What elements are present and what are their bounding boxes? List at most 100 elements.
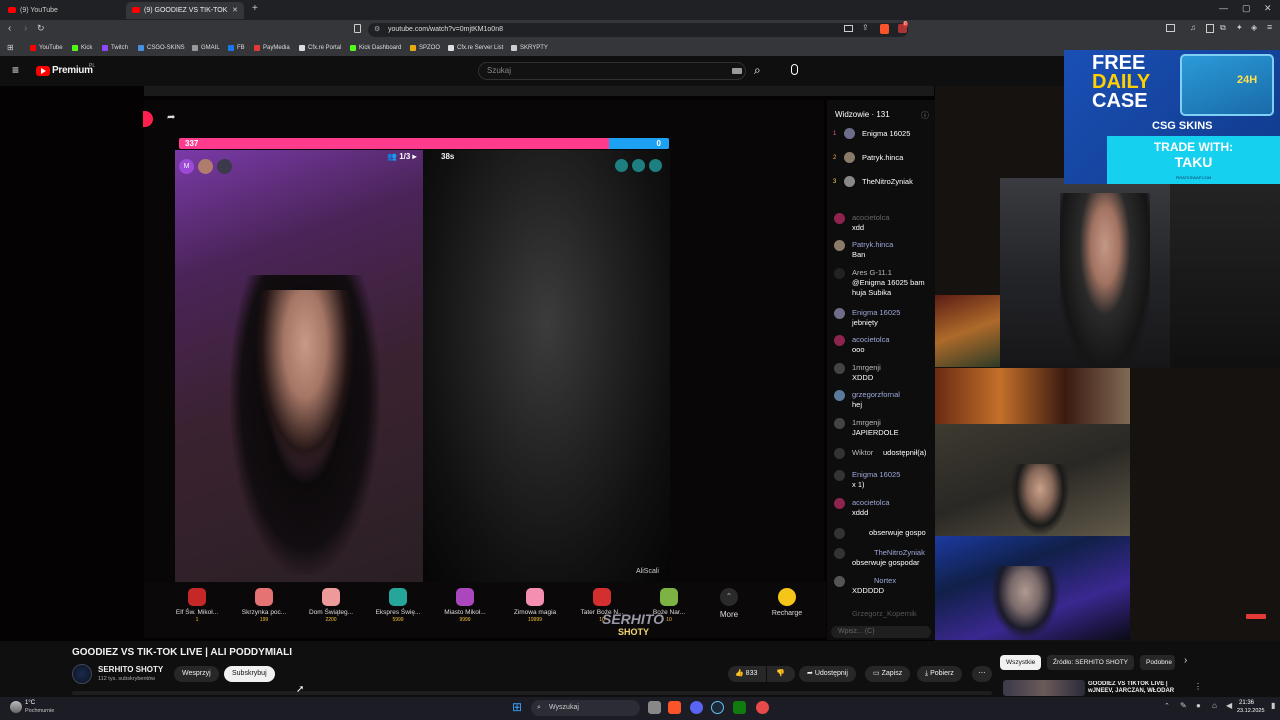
browser-tab-youtube[interactable]: (9) YouTube: [2, 2, 120, 19]
bookmark-kick[interactable]: Kick: [72, 43, 92, 53]
gift-item[interactable]: Ekspres Świę... 5999: [368, 588, 428, 623]
bookmark-paymedia[interactable]: PayMedia: [254, 43, 290, 53]
volume-icon[interactable]: ◀: [1226, 701, 1232, 710]
chat-input[interactable]: Wpisz... (C): [831, 626, 931, 638]
info-icon[interactable]: ⓘ: [921, 110, 929, 121]
youtube-logo-icon[interactable]: [36, 66, 50, 76]
share-button[interactable]: ➦ Udostępnij: [799, 666, 856, 682]
bookmark-icon[interactable]: [354, 24, 361, 33]
maximize-icon[interactable]: ▢: [1242, 3, 1251, 14]
bookmark-youtube[interactable]: YouTube: [30, 43, 63, 53]
more-vertical-icon[interactable]: ⋮: [1194, 682, 1202, 691]
share-icon[interactable]: ⇪: [862, 23, 869, 32]
channel-watermark-sub: SHOTY: [618, 627, 650, 637]
chat-username: acocietolca: [852, 498, 890, 507]
gift-cost: 5999: [392, 617, 404, 623]
bookmark-cfx-portal[interactable]: Cfx.re Portal: [299, 43, 341, 53]
player-badge: [1246, 614, 1266, 619]
brave-shield-icon[interactable]: [880, 24, 889, 34]
tray-pen-icon[interactable]: ✎: [1180, 701, 1187, 710]
site-info-icon[interactable]: ⚙: [374, 23, 380, 37]
menu-icon[interactable]: ≡: [1267, 22, 1272, 32]
channel-name[interactable]: SERHITO SHOTY: [98, 665, 163, 674]
bookmark-twitch[interactable]: Twitch: [102, 43, 128, 53]
back-icon[interactable]: ‹: [8, 23, 11, 34]
recommended-thumbnail[interactable]: [1003, 680, 1085, 696]
subscribe-button[interactable]: Subskrybuj: [224, 666, 275, 682]
gift-item[interactable]: Miasto Mikoł... 9999: [435, 588, 495, 623]
gift-item[interactable]: Elf Św. Mikoł... 1: [167, 588, 227, 623]
leo-icon[interactable]: ✦: [1236, 23, 1243, 32]
apps-icon[interactable]: ⊞: [7, 43, 14, 52]
trade-banner: TRADE WITH: TAKU PIRATESWAP.COM: [1107, 136, 1280, 184]
gifter-avatar-1: M: [179, 159, 194, 174]
gift-label: Miasto Mikoł...: [444, 609, 486, 616]
music-icon[interactable]: ♫: [1190, 23, 1196, 32]
more-actions-button[interactable]: ⋯: [972, 666, 992, 682]
notifications-icon[interactable]: ▮: [1271, 701, 1275, 710]
case-icon: 24H: [1180, 54, 1274, 116]
microphone-icon[interactable]: [791, 64, 798, 75]
bookmark-kick-dashboard[interactable]: Kick Dashboard: [350, 43, 401, 53]
search-icon[interactable]: ⌕: [754, 63, 761, 78]
tray-chevron-icon[interactable]: ⌃: [1164, 702, 1170, 710]
bookmark-label: Kick: [81, 45, 93, 51]
gift-item[interactable]: Dom Świąteg... 2200: [301, 588, 361, 623]
windows-start-icon[interactable]: ⊞: [512, 701, 522, 714]
xbox-icon[interactable]: [733, 701, 746, 714]
url-bar[interactable]: ⚙ youtube.com/watch?v=0mjtKM1o0n8: [368, 23, 908, 37]
brave-browser-icon[interactable]: [668, 701, 681, 714]
task-view-icon[interactable]: [648, 701, 661, 714]
keyboard-icon[interactable]: [732, 68, 742, 74]
bookmark-gmail[interactable]: GMAIL: [192, 43, 220, 53]
support-button[interactable]: Wesprzyj: [174, 666, 219, 682]
taskbar-search[interactable]: ⌕ Wyszukaj: [531, 700, 640, 716]
chip-source[interactable]: Źródło: SERHITO SHOTY: [1047, 655, 1135, 670]
browser-tab-video[interactable]: (9) GOODIEZ VS TIK-TOK LIVE ✕: [126, 2, 244, 31]
more-gifts-button[interactable]: ⌃ More: [699, 588, 759, 619]
bookmark-csgo-skins[interactable]: CSGO-SKINS: [138, 43, 185, 53]
hamburger-menu-icon[interactable]: ≡: [12, 63, 19, 77]
new-tab-icon[interactable]: +: [252, 3, 258, 14]
steam-icon[interactable]: [711, 701, 724, 714]
chip-related[interactable]: Podobne: [1140, 655, 1175, 670]
download-button[interactable]: ⤓ Pobierz: [917, 666, 962, 682]
save-button[interactable]: ▭ Zapisz: [865, 666, 911, 682]
gift-item[interactable]: Zimowa magia 19999: [505, 588, 565, 623]
close-tab-icon[interactable]: ✕: [232, 2, 238, 19]
minimize-icon[interactable]: —: [1219, 3, 1228, 13]
bookmark-spzoo[interactable]: SPZOO: [410, 43, 440, 53]
forward-icon[interactable]: ›: [24, 23, 27, 34]
weather-icon[interactable]: [10, 701, 22, 713]
bookmark-skrypty[interactable]: SKRYPTY: [511, 43, 548, 53]
vpn-icon[interactable]: ◈: [1251, 23, 1257, 32]
bookmark-cfx-server-list[interactable]: Cfx.re Server List: [448, 43, 503, 53]
gift-item[interactable]: Skrzynka poc... 199: [234, 588, 294, 623]
reload-icon[interactable]: ↻: [37, 23, 45, 34]
gaming-chair: [1170, 178, 1280, 368]
chip-all[interactable]: Wszystkie: [1000, 655, 1042, 670]
recommended-title[interactable]: GOODIEZ VS TIKTOK LIVE | wJNEEV, JARCZAN…: [1088, 681, 1188, 695]
like-button[interactable]: 👍 833: [728, 666, 766, 682]
dislike-button[interactable]: 👎: [767, 666, 795, 682]
channel-avatar[interactable]: [72, 664, 92, 684]
app-icon[interactable]: [756, 701, 769, 714]
youtube-logo-text[interactable]: Premium: [52, 65, 93, 76]
network-icon[interactable]: ⌂: [1212, 701, 1217, 710]
bookmark-fb[interactable]: FB: [228, 43, 245, 53]
clock-date[interactable]: 23.12.2025: [1237, 708, 1265, 714]
tray-mic-icon[interactable]: ●: [1196, 701, 1201, 710]
clock-time[interactable]: 21:36: [1239, 700, 1254, 706]
sidebar-icon[interactable]: [1166, 24, 1175, 32]
discord-icon[interactable]: [690, 701, 703, 714]
extensions-icon[interactable]: ⧉: [1220, 23, 1226, 33]
wallet-icon[interactable]: [1206, 24, 1214, 33]
chevron-right-icon[interactable]: ›: [1184, 655, 1187, 666]
recharge-button[interactable]: Recharge: [757, 588, 817, 617]
close-window-icon[interactable]: ✕: [1264, 3, 1272, 14]
notification-badge: 8: [903, 21, 908, 27]
gift-cost: 2200: [325, 617, 337, 623]
cast-icon[interactable]: [844, 25, 853, 32]
share-arrow-icon[interactable]: ➦: [167, 112, 175, 123]
search-input[interactable]: Szukaj: [478, 62, 746, 80]
